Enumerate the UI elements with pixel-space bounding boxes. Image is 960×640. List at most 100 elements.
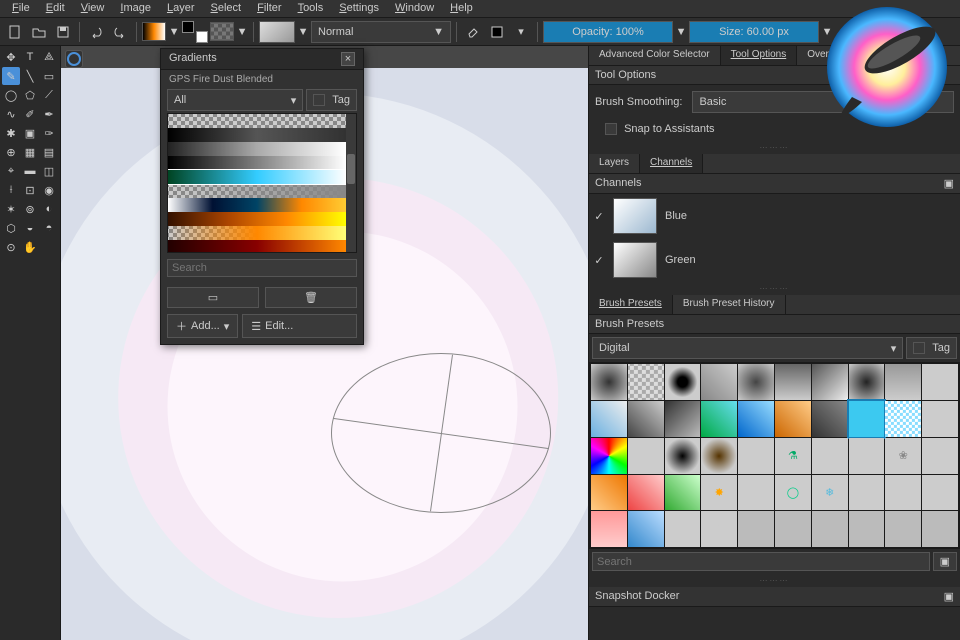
brush-preset[interactable]: ℒ	[701, 511, 737, 547]
size-slider[interactable]: Size: 60.00 px	[689, 21, 819, 43]
brush-preset[interactable]	[665, 475, 701, 511]
brush-preset[interactable]: ✧	[812, 438, 848, 474]
brush-preset[interactable]	[591, 438, 627, 474]
freehand-path-tool-icon[interactable]: ✐	[21, 105, 39, 123]
menu-tools[interactable]: Tools	[290, 0, 332, 17]
rect-select-tool-icon[interactable]: ⊡	[21, 181, 39, 199]
tab-advanced-color[interactable]: Advanced Color Selector	[589, 46, 721, 65]
menu-window[interactable]: Window	[387, 0, 442, 17]
undo-icon[interactable]	[85, 21, 107, 43]
tag-checkbox[interactable]	[913, 342, 925, 354]
gradient-swatch[interactable]	[142, 22, 166, 41]
gradient-item[interactable]	[168, 156, 346, 170]
brush-preset[interactable]	[628, 364, 664, 400]
new-file-icon[interactable]	[4, 21, 26, 43]
brush-preset[interactable]	[812, 364, 848, 400]
opacity-slider[interactable]: Opacity: 100%	[543, 21, 673, 43]
brush-preset[interactable]	[812, 401, 848, 437]
brush-category-dropdown[interactable]: Digital ▾	[592, 337, 903, 359]
bezier-tool-icon[interactable]: ∿	[2, 105, 20, 123]
brush-preset[interactable]: ❋	[885, 475, 921, 511]
brush-preset[interactable]	[665, 401, 701, 437]
foreground-background-color[interactable]	[182, 21, 208, 43]
opacity-dropdown-icon[interactable]: ▼	[675, 21, 687, 43]
gradient-scrollbar[interactable]	[346, 114, 356, 252]
brush-preset[interactable]: ⚘	[922, 475, 958, 511]
channels-menu-icon[interactable]: ▣	[944, 177, 954, 190]
gradients-docker[interactable]: Gradients × GPS Fire Dust Blended All ▾ …	[160, 48, 364, 345]
brush-preset[interactable]	[812, 511, 848, 547]
brush-preset[interactable]	[701, 438, 737, 474]
brush-preset[interactable]	[591, 511, 627, 547]
brush-preset[interactable]	[775, 511, 811, 547]
crop-tool-icon[interactable]: ⟁	[40, 48, 58, 66]
brush-preset[interactable]	[738, 401, 774, 437]
panel-grip[interactable]: ⋯⋯⋯	[589, 141, 960, 154]
menu-layer[interactable]: Layer	[159, 0, 203, 17]
pattern-tool-icon[interactable]: ▦	[21, 143, 39, 161]
gradient-item[interactable]	[168, 184, 346, 198]
brush-preset[interactable]	[591, 475, 627, 511]
brush-preset[interactable]	[922, 511, 958, 547]
brush-preset-selected[interactable]	[849, 401, 885, 437]
brush-tag-button[interactable]: Tag	[906, 337, 957, 359]
brush-preset[interactable]: ☾	[922, 401, 958, 437]
line-tool-icon[interactable]: ╲	[21, 67, 39, 85]
pattern-swatch[interactable]	[210, 22, 234, 41]
tab-tool-options[interactable]: Tool Options	[721, 46, 798, 65]
brush-preset[interactable]	[628, 511, 664, 547]
brush-preset[interactable]	[628, 475, 664, 511]
gradient-item[interactable]	[168, 212, 346, 226]
tag-checkbox[interactable]	[313, 94, 325, 106]
pattern-dropdown-icon[interactable]: ▼	[236, 21, 248, 43]
brush-options-icon[interactable]: ▣	[933, 552, 957, 571]
assistant-tool-icon[interactable]: ◫	[40, 162, 58, 180]
gradient-dropdown-icon[interactable]: ▼	[168, 21, 180, 43]
bezier-select-tool-icon[interactable]: ◒	[21, 219, 39, 237]
menu-help[interactable]: Help	[442, 0, 481, 17]
menu-filter[interactable]: Filter	[249, 0, 289, 17]
brush-preset[interactable]	[591, 364, 627, 400]
transform-tool-icon[interactable]: T	[21, 48, 39, 66]
brush-preset[interactable]: 〰	[665, 511, 701, 547]
tab-layers[interactable]: Layers	[589, 154, 640, 173]
brush-preset[interactable]: ✸	[701, 475, 737, 511]
brush-preset[interactable]	[701, 364, 737, 400]
blend-mode-dropdown[interactable]: Normal ▼	[311, 21, 451, 43]
snap-checkbox[interactable]	[605, 123, 617, 135]
open-file-icon[interactable]	[28, 21, 50, 43]
close-icon[interactable]: ×	[341, 52, 355, 66]
gradient-edit-button[interactable]: ☰ Edit...	[242, 314, 357, 338]
polygon-tool-icon[interactable]: ⬠	[21, 86, 39, 104]
brush-preset[interactable]	[665, 438, 701, 474]
calligraphy-tool-icon[interactable]: ✑	[40, 124, 58, 142]
color-picker-tool-icon[interactable]: ⌖	[2, 162, 20, 180]
save-file-icon[interactable]	[52, 21, 74, 43]
tab-brush-presets[interactable]: Brush Presets	[589, 295, 673, 314]
brush-preset[interactable]	[885, 511, 921, 547]
alpha-lock-icon[interactable]	[486, 21, 508, 43]
brush-preset[interactable]	[849, 511, 885, 547]
brush-preset[interactable]	[775, 364, 811, 400]
channel-visible-icon[interactable]: ✓	[593, 210, 605, 223]
gradient-delete-button[interactable]: 🗑	[265, 287, 357, 308]
gradient-item[interactable]	[168, 170, 346, 184]
gradient-add-button[interactable]: ＋ Add... ▾	[167, 314, 238, 338]
brush-preset[interactable]: ☀	[738, 475, 774, 511]
move-tool-icon[interactable]: ✥	[2, 48, 20, 66]
mirror-icon[interactable]: ▾	[510, 21, 532, 43]
contiguous-select-tool-icon[interactable]: ✶	[2, 200, 20, 218]
brush-preset[interactable]	[628, 401, 664, 437]
polyline-tool-icon[interactable]: ⟋	[40, 86, 58, 104]
gradient-filter-dropdown[interactable]: All ▾	[167, 89, 303, 111]
gradient-list[interactable]	[167, 113, 357, 253]
brush-preset[interactable]	[775, 401, 811, 437]
channel-visible-icon[interactable]: ✓	[593, 254, 605, 267]
gradient-folder-button[interactable]: ▭	[167, 287, 259, 308]
fill-tool-icon[interactable]: ▬	[21, 162, 39, 180]
ellipse-tool-icon[interactable]: ◯	[2, 86, 20, 104]
freehand-brush-tool-icon[interactable]: ✎	[2, 67, 20, 85]
brush-preset[interactable]	[591, 401, 627, 437]
measure-tool-icon[interactable]: ⟊	[2, 181, 20, 199]
brush-preset[interactable]	[738, 511, 774, 547]
